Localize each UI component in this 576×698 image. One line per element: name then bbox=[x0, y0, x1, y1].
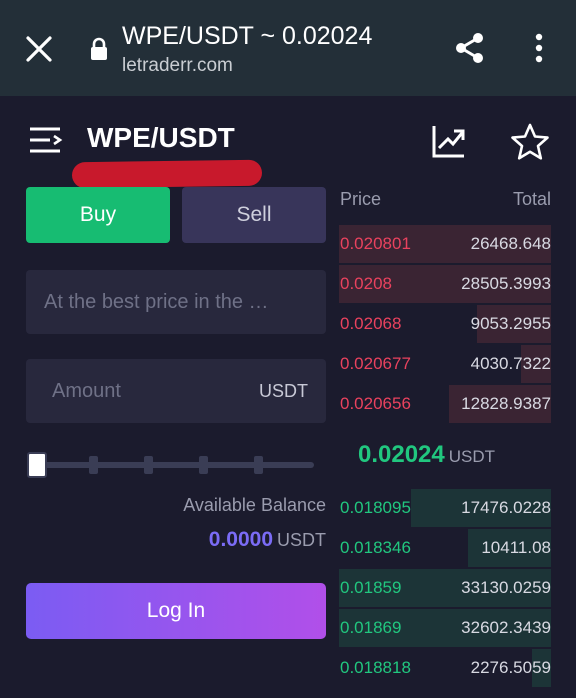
bid-price: 0.01859 bbox=[340, 578, 402, 597]
bid-price: 0.018346 bbox=[340, 538, 411, 557]
slider-tick bbox=[144, 456, 153, 474]
bid-row[interactable]: 0.01859 33130.0259 bbox=[339, 569, 551, 607]
ask-price: 0.02068 bbox=[340, 314, 402, 333]
more-icon[interactable] bbox=[524, 30, 554, 66]
slider-handle[interactable] bbox=[27, 452, 47, 478]
ask-total: 12828.9387 bbox=[461, 394, 551, 413]
ask-total: 26468.648 bbox=[470, 234, 551, 253]
ask-total: 28505.3993 bbox=[461, 274, 551, 293]
available-balance-unit: USDT bbox=[277, 530, 326, 550]
ask-row[interactable]: 0.020656 12828.9387 bbox=[339, 385, 551, 423]
bid-row[interactable]: 0.018818 2276.5059 bbox=[339, 649, 551, 687]
slider-tick bbox=[89, 456, 98, 474]
share-icon[interactable] bbox=[452, 30, 488, 66]
browser-toolbar: WPE/USDT ~ 0.02024 letraderr.com bbox=[0, 0, 576, 96]
amount-placeholder: Amount bbox=[52, 379, 121, 402]
bid-price: 0.018095 bbox=[340, 498, 411, 517]
login-button[interactable]: Log In bbox=[26, 583, 326, 639]
chart-icon[interactable] bbox=[430, 122, 468, 160]
bid-total: 17476.0228 bbox=[461, 498, 551, 517]
buy-tab[interactable]: Buy bbox=[26, 187, 170, 243]
close-icon[interactable] bbox=[22, 32, 56, 66]
ask-row[interactable]: 0.020801 26468.648 bbox=[339, 225, 551, 263]
amount-unit: USDT bbox=[259, 380, 308, 401]
orderbook-total-header: Total bbox=[512, 189, 551, 209]
bid-row[interactable]: 0.018346 10411.08 bbox=[339, 529, 551, 567]
last-price-unit: USDT bbox=[448, 447, 496, 466]
bid-row[interactable]: 0.018095 17476.0228 bbox=[339, 489, 551, 527]
bid-total: 2276.5059 bbox=[470, 658, 551, 677]
bid-price: 0.018818 bbox=[340, 658, 411, 677]
slider-tick bbox=[254, 456, 263, 474]
bid-row[interactable]: 0.01869 32602.3439 bbox=[339, 609, 551, 647]
page-title[interactable]: WPE/USDT bbox=[87, 122, 235, 154]
bid-total: 33130.0259 bbox=[461, 578, 551, 597]
orderbook-price-header: Price bbox=[340, 189, 382, 209]
available-balance-value: 0.0000 bbox=[208, 528, 273, 551]
ask-row[interactable]: 0.020677 4030.7322 bbox=[339, 345, 551, 383]
amount-input[interactable]: Amount USDT bbox=[26, 359, 326, 423]
orderbook-header: Price Total bbox=[340, 189, 551, 210]
available-balance-label: Available Balance bbox=[183, 495, 326, 515]
bid-price: 0.01869 bbox=[340, 618, 402, 637]
available-balance: 0.0000 USDT bbox=[209, 528, 326, 552]
star-icon[interactable] bbox=[510, 122, 550, 162]
ask-total: 4030.7322 bbox=[470, 354, 551, 373]
price-input[interactable]: At the best price in the … bbox=[26, 270, 326, 334]
ask-price: 0.020656 bbox=[340, 394, 411, 413]
last-price-value: 0.02024 bbox=[358, 441, 445, 468]
ask-price: 0.0208 bbox=[340, 274, 392, 293]
lock-icon bbox=[91, 37, 107, 60]
menu-icon[interactable] bbox=[26, 124, 66, 156]
slider-tick bbox=[199, 456, 208, 474]
price-placeholder: At the best price in the … bbox=[44, 290, 269, 313]
ask-price: 0.020801 bbox=[340, 234, 411, 253]
slider-track bbox=[34, 462, 314, 468]
ask-row[interactable]: 0.0208 28505.3993 bbox=[339, 265, 551, 303]
amount-slider[interactable] bbox=[26, 452, 316, 478]
ask-row[interactable]: 0.02068 9053.2955 bbox=[339, 305, 551, 343]
redaction-mark bbox=[71, 159, 263, 189]
browser-url[interactable]: letraderr.com bbox=[122, 55, 233, 77]
bid-total: 32602.3439 bbox=[461, 618, 551, 637]
trade-screen: WPE/USDT Buy Sell At the best price in t… bbox=[0, 96, 576, 698]
last-price: 0.02024 USDT bbox=[358, 441, 495, 469]
ask-price: 0.020677 bbox=[340, 354, 411, 373]
bid-total: 10411.08 bbox=[481, 538, 551, 557]
ask-total: 9053.2955 bbox=[470, 314, 551, 333]
sell-tab[interactable]: Sell bbox=[182, 187, 326, 243]
browser-page-title[interactable]: WPE/USDT ~ 0.02024 bbox=[122, 22, 372, 51]
